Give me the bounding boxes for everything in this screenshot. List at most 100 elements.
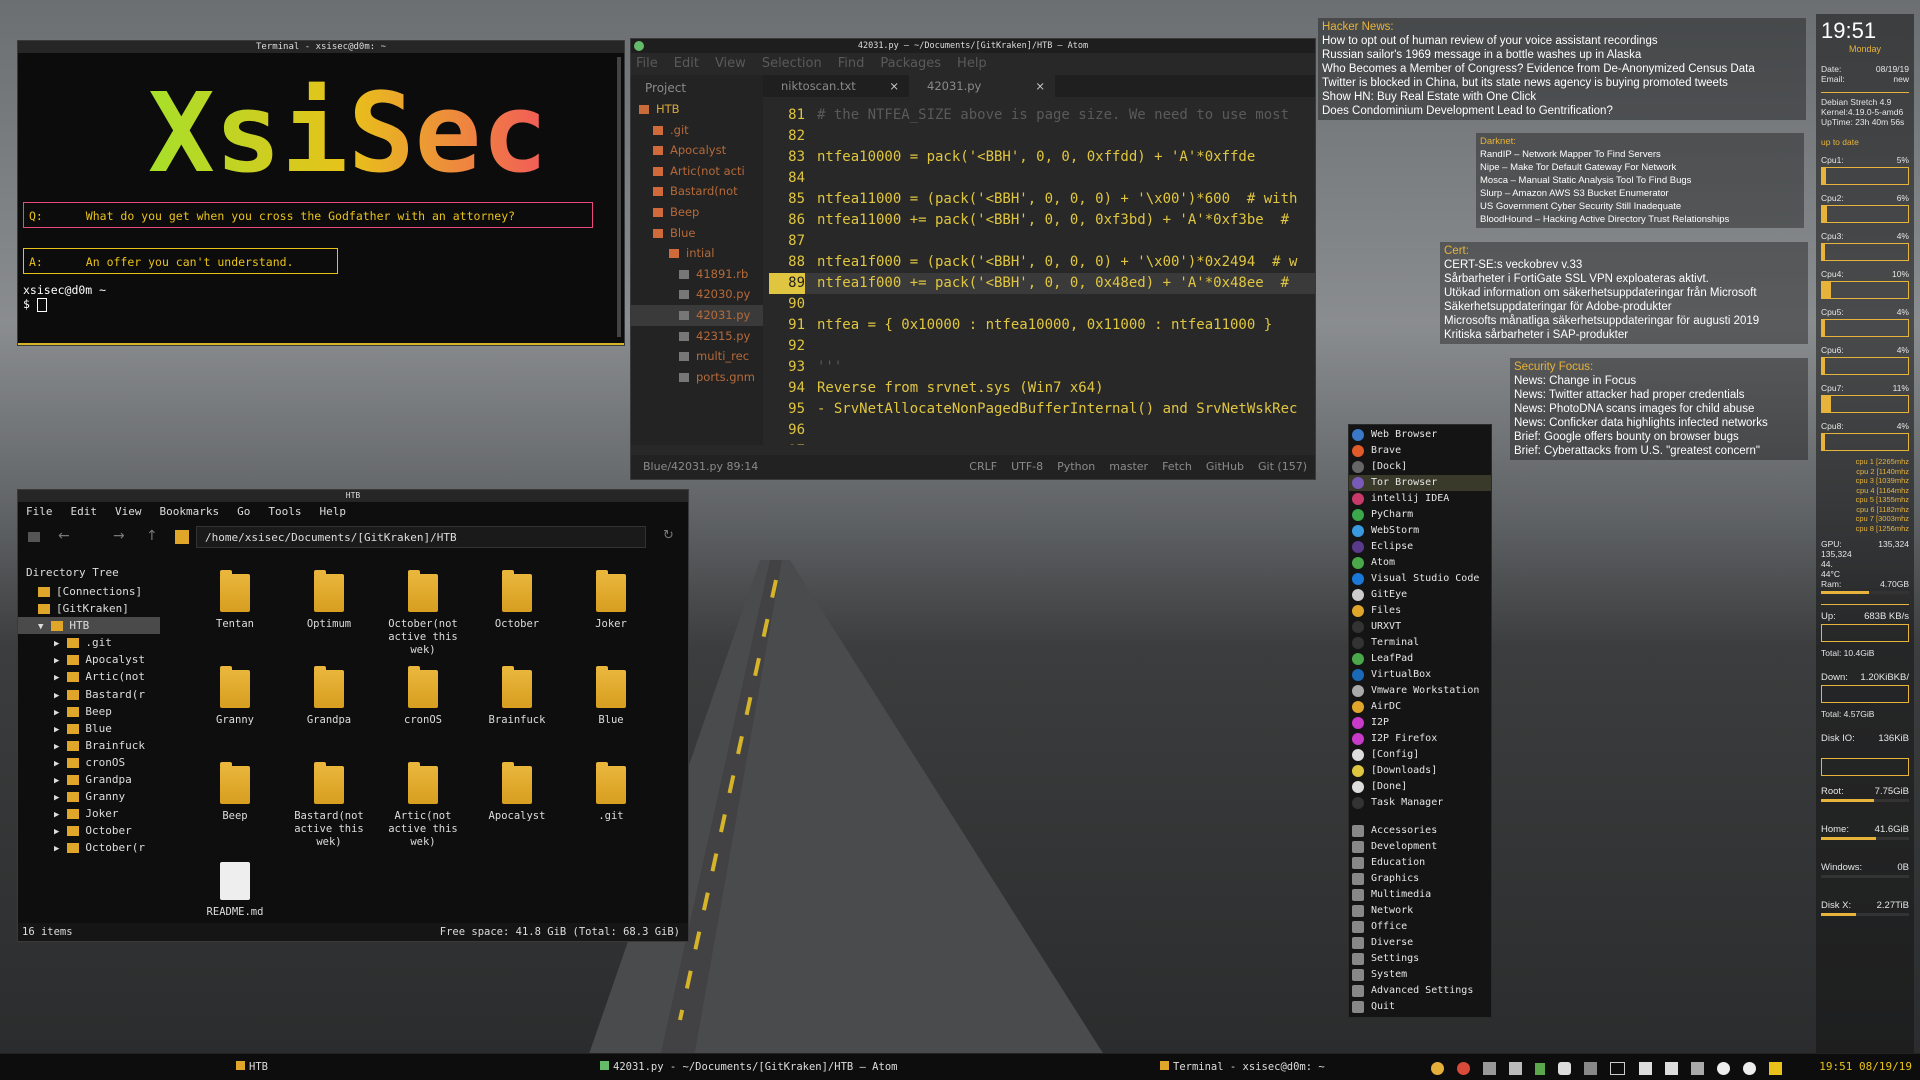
arrow-icon[interactable]: ▶ (54, 742, 59, 752)
lock-icon[interactable] (1535, 1063, 1546, 1075)
news-item[interactable]: Slurp – Amazon AWS S3 Bucket Enumerator (1480, 187, 1800, 200)
menu-item[interactable]: GitEye (1349, 587, 1491, 603)
arrow-icon[interactable]: ▶ (54, 776, 59, 786)
tree-item[interactable]: multi_rec (631, 346, 763, 367)
atom-editor[interactable]: 81 # the NTFEA_SIZE above is page size. W… (769, 105, 1315, 445)
back-arrow-icon[interactable]: ← (58, 528, 70, 544)
menu-category[interactable]: Settings (1349, 951, 1491, 967)
volume-mute-icon[interactable] (1690, 1062, 1704, 1075)
news-item[interactable]: RandIP – Network Mapper To Find Servers (1480, 148, 1800, 161)
menu-item[interactable]: [Downloads] (1349, 763, 1491, 779)
menu-item[interactable]: I2P (1349, 715, 1491, 731)
dir-tree-item[interactable]: ▶ Bastard(r (18, 686, 160, 703)
menu-item[interactable]: Tor Browser (1349, 475, 1491, 491)
fm-titlebar[interactable]: HTB (18, 490, 688, 502)
dir-tree-item[interactable]: ▶ Brainfuck (18, 737, 160, 754)
menu-category[interactable]: Multimedia (1349, 887, 1491, 903)
tab[interactable]: niktoscan.txt × (763, 75, 909, 97)
arrow-icon[interactable]: ▶ (54, 639, 59, 649)
dir-tree-item[interactable]: ▶ Granny (18, 788, 160, 805)
menu-category[interactable]: Advanced Settings (1349, 983, 1491, 999)
file-item[interactable]: October(not active this wek) (381, 570, 465, 657)
menu-item[interactable]: [Dock] (1349, 459, 1491, 475)
arrow-icon[interactable]: ▶ (54, 708, 59, 718)
news-item[interactable]: Kritiska sårbarheter i SAP-produkter (1444, 328, 1804, 342)
menu-category[interactable]: Quit (1349, 999, 1491, 1015)
atom-menu-item[interactable]: Edit (674, 56, 699, 71)
news-item[interactable]: Nipe – Make Tor Default Gateway For Netw… (1480, 161, 1800, 174)
fm-menu-item[interactable]: Go (237, 505, 250, 518)
display-icon[interactable] (1610, 1062, 1626, 1075)
arrow-icon[interactable]: ▶ (54, 759, 59, 769)
menu-item[interactable]: Terminal (1349, 635, 1491, 651)
tab[interactable]: 42031.py × (909, 75, 1055, 97)
tree-item[interactable]: ports.gnm (631, 367, 763, 388)
wifi-icon[interactable] (1584, 1062, 1598, 1075)
tree-item[interactable]: Bastard(not (631, 181, 763, 202)
menu-category[interactable]: Development (1349, 839, 1491, 855)
fm-menu-item[interactable]: View (115, 505, 142, 518)
notes-icon[interactable] (1769, 1062, 1782, 1075)
tree-item[interactable]: Blue (631, 223, 763, 244)
file-item[interactable]: README.md (193, 862, 277, 919)
taskbar-clock[interactable]: 19:51 08/19/19 (1819, 1054, 1912, 1080)
dir-tree-item[interactable]: ▶ cronOS (18, 754, 160, 771)
arrow-icon[interactable]: ▶ (54, 725, 59, 735)
dir-tree-item[interactable]: ▶ .git (18, 634, 160, 651)
chrome-icon[interactable] (1430, 1062, 1444, 1075)
tree-item[interactable]: intial (631, 243, 763, 264)
news-item[interactable]: Utökad information om säkerhetsuppdateri… (1444, 286, 1804, 300)
dir-tree-item[interactable]: [Connections] (18, 583, 160, 600)
taskbar-task[interactable]: Terminal - xsisec@d0m: ~ (1160, 1054, 1325, 1080)
home-icon[interactable] (175, 530, 189, 544)
atom-menu-item[interactable]: Help (957, 56, 987, 71)
tree-item[interactable]: Artic(not acti (631, 161, 763, 182)
close-icon[interactable]: × (889, 75, 899, 97)
file-item[interactable]: Brainfuck (475, 666, 559, 727)
steam-icon[interactable] (1716, 1062, 1730, 1075)
news-item[interactable]: Sårbarheter i FortiGate SSL VPN exploate… (1444, 272, 1804, 286)
menu-category[interactable]: Diverse (1349, 935, 1491, 951)
tree-item[interactable]: 41891.rb (631, 264, 763, 285)
taskbar-task[interactable]: HTB (236, 1054, 268, 1080)
arrow-icon[interactable]: ▶ (54, 673, 59, 683)
news-item[interactable]: Twitter is blocked in China, but its sta… (1322, 76, 1802, 90)
news-item[interactable]: Brief: Cyberattacks from U.S. "greatest … (1514, 444, 1804, 458)
news-item[interactable]: Show HN: Buy Real Estate with One Click (1322, 90, 1802, 104)
close-icon[interactable]: × (1035, 75, 1045, 97)
arrow-icon[interactable]: ▼ (38, 622, 43, 632)
tree-item[interactable]: Beep (631, 202, 763, 223)
status-item[interactable]: master (1109, 460, 1148, 473)
status-item[interactable]: CRLF (969, 460, 997, 473)
menu-item[interactable]: AirDC (1349, 699, 1491, 715)
menu-item[interactable]: LeafPad (1349, 651, 1491, 667)
menu-item[interactable]: PyCharm (1349, 507, 1491, 523)
menu-category[interactable]: Education (1349, 855, 1491, 871)
paperclip-icon[interactable] (1509, 1062, 1523, 1075)
computer-icon[interactable] (28, 532, 40, 542)
atom-window[interactable]: 42031.py — ~/Documents/[GitKraken]/HTB —… (630, 38, 1316, 480)
dir-tree-item[interactable]: ▶ Joker (18, 805, 160, 822)
menu-item[interactable]: intellij IDEA (1349, 491, 1491, 507)
forward-arrow-icon[interactable]: → (113, 528, 125, 544)
menu-item[interactable]: Eclipse (1349, 539, 1491, 555)
news-item[interactable]: News: PhotoDNA scans images for child ab… (1514, 402, 1804, 416)
tree-item[interactable]: 42315.py (631, 326, 763, 347)
file-item[interactable]: Optimum (287, 570, 371, 631)
fm-menu-item[interactable]: Edit (71, 505, 98, 518)
arrow-icon[interactable]: ▶ (54, 844, 59, 854)
file-item[interactable]: Tentan (193, 570, 277, 631)
file-item[interactable]: Blue (569, 666, 653, 727)
terminal-scrollbar[interactable] (617, 57, 621, 337)
terminal-window[interactable]: Terminal - xsisec@d0m: ~ XsiSec Q: What … (17, 40, 625, 346)
menu-item[interactable]: Vmware Workstation (1349, 683, 1491, 699)
fm-menu-item[interactable]: Help (319, 505, 346, 518)
discord-icon[interactable] (1558, 1062, 1572, 1075)
menu-item[interactable]: Visual Studio Code (1349, 571, 1491, 587)
news-item[interactable]: Säkerhetsuppdateringar för Adobe-produkt… (1444, 300, 1804, 314)
path-field[interactable]: /home/xsisec/Documents/[GitKraken]/HTB (196, 526, 646, 548)
dir-tree-item[interactable]: [GitKraken] (18, 600, 160, 617)
arrow-icon[interactable]: ▶ (54, 810, 59, 820)
atom-menu-item[interactable]: Selection (762, 56, 822, 71)
file-item[interactable]: Joker (569, 570, 653, 631)
